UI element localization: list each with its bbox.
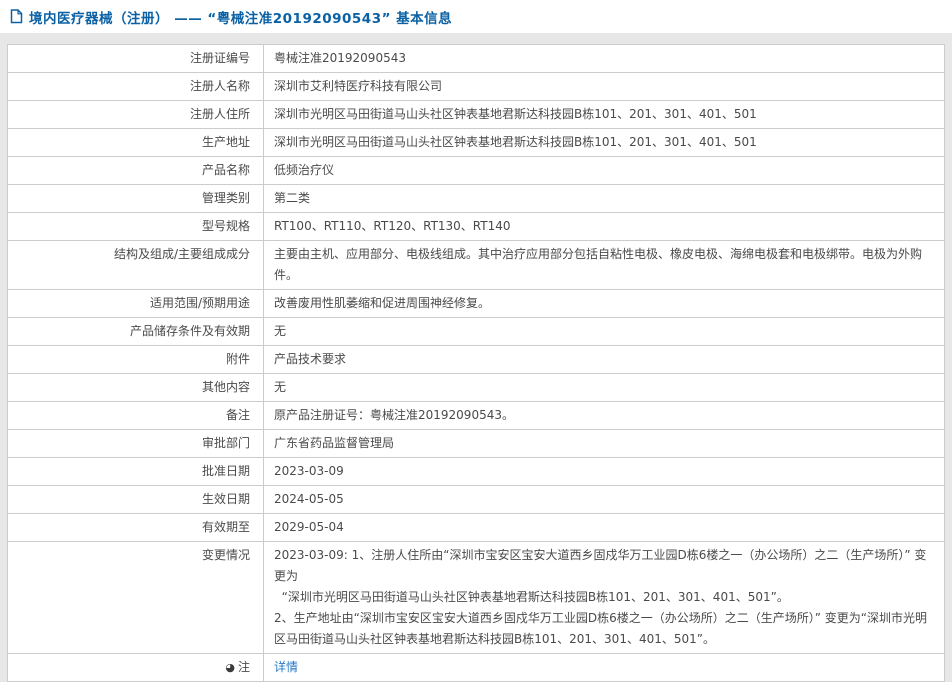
row-label-text: 变更情况 [201, 548, 250, 562]
table-row: 产品名称 低频治疗仪 [8, 157, 944, 185]
document-icon [10, 9, 23, 24]
row-label-text: 生产地址 [201, 135, 250, 149]
row-label: 备注 [8, 402, 264, 429]
row-label: 产品储存条件及有效期 [8, 318, 264, 345]
page: 境内医疗器械（注册） —— “粤械注准20192090543” 基本信息 注册证… [0, 0, 952, 682]
row-label: 生产地址 [8, 129, 264, 156]
row-label-text: 有效期至 [201, 520, 250, 534]
row-label-text: 生效日期 [201, 492, 250, 506]
info-table: 注册证编号 粤械注准20192090543 注册人名称 深圳市艾利特医疗科技有限公司注… [7, 44, 945, 682]
row-label: 变更情况 [8, 542, 264, 653]
table-row: 附件 产品技术要求 [8, 346, 944, 374]
row-label: 注册人住所 [8, 101, 264, 128]
row-label: 注册人名称 [8, 73, 264, 100]
table-row: 注册人住所 深圳市光明区马田街道马山头社区钟表基地君斯达科技园B栋101、201、… [8, 101, 944, 129]
row-label: ◕ 注 [8, 654, 264, 681]
table-row: 批准日期 2023-03-09 [8, 458, 944, 486]
row-value: 2029-05-04 [274, 520, 344, 534]
row-label: 适用范围/预期用途 [8, 290, 264, 317]
row-label: 其他内容 [8, 374, 264, 401]
table-row: 生效日期 2024-05-05 [8, 486, 944, 514]
header-bar: 境内医疗器械（注册） —— “粤械注准20192090543” 基本信息 [0, 0, 952, 33]
table-row: 管理类别 第二类 [8, 185, 944, 213]
row-label-text: 注册证编号 [189, 51, 250, 65]
table-row: 适用范围/预期用途 改善废用性肌萎缩和促进周围神经修复。 [8, 290, 944, 318]
row-label: 批准日期 [8, 458, 264, 485]
table-row: 结构及组成/主要组成成分 主要由主机、应用部分、电极线组成。其中治疗应用部分包括自… [8, 241, 944, 290]
row-value: 低频治疗仪 [274, 163, 335, 177]
row-label-text: 型号规格 [201, 219, 250, 233]
row-label-text: 产品名称 [201, 163, 250, 177]
table-row: 生产地址 深圳市光明区马田街道马山头社区钟表基地君斯达科技园B栋101、201、3… [8, 129, 944, 157]
row-value: 2023-03-09: 1、注册人住所由“深圳市宝安区宝安大道西乡固戍华万工业园… [274, 548, 927, 646]
row-label: 审批部门 [8, 430, 264, 457]
row-label-text: 产品储存条件及有效期 [129, 324, 250, 338]
row-label: 生效日期 [8, 486, 264, 513]
row-value: 深圳市光明区马田街道马山头社区钟表基地君斯达科技园B栋101、201、301、4… [274, 135, 757, 149]
row-value: 无 [274, 380, 287, 394]
row-value: RT100、RT110、RT120、RT130、RT140 [274, 219, 511, 233]
row-value: 深圳市光明区马田街道马山头社区钟表基地君斯达科技园B栋101、201、301、4… [274, 107, 757, 121]
table-row: 其他内容 无 [8, 374, 944, 402]
row-value: 粤械注准20192090543 [274, 51, 406, 65]
page-title: 境内医疗器械（注册） —— “粤械注准20192090543” 基本信息 [29, 10, 453, 27]
table-row: 有效期至 2029-05-04 [8, 514, 944, 542]
row-label: 管理类别 [8, 185, 264, 212]
row-value: 主要由主机、应用部分、电极线组成。其中治疗应用部分包括自粘性电极、橡皮电极、海绵… [274, 247, 923, 282]
row-label-text: 管理类别 [201, 191, 250, 205]
row-label: 注册证编号 [8, 45, 264, 72]
note-icon: ◕ [225, 661, 235, 674]
row-value: 2023-03-09 [274, 464, 344, 478]
row-label-text: 注册人住所 [189, 107, 250, 121]
row-label-text: 批准日期 [201, 464, 250, 478]
row-label-text: 附件 [225, 352, 250, 366]
row-label-text: 注 [237, 660, 250, 674]
table-row: 注册证编号 粤械注准20192090543 [8, 45, 944, 73]
row-value: 广东省药品监督管理局 [274, 436, 395, 450]
row-value: 第二类 [274, 191, 311, 205]
row-label-text: 审批部门 [201, 436, 250, 450]
row-label-text: 适用范围/预期用途 [149, 296, 250, 310]
table-row: ◕ 注详情 [8, 654, 944, 682]
row-value: 详情 [264, 654, 944, 681]
row-value: 产品技术要求 [274, 352, 347, 366]
table-row: 审批部门 广东省药品监督管理局 [8, 430, 944, 458]
row-label: 型号规格 [8, 213, 264, 240]
detail-link[interactable]: 详情 [274, 660, 298, 674]
row-label-text: 注册人名称 [189, 79, 250, 93]
row-label: 附件 [8, 346, 264, 373]
row-label: 结构及组成/主要组成成分 [8, 241, 264, 289]
row-value: 深圳市艾利特医疗科技有限公司 [274, 79, 443, 93]
row-label-text: 结构及组成/主要组成成分 [113, 247, 250, 261]
row-value: 改善废用性肌萎缩和促进周围神经修复。 [274, 296, 491, 310]
table-row: 变更情况 2023-03-09: 1、注册人住所由“深圳市宝安区宝安大道西乡固戍华… [8, 542, 944, 654]
table-row: 型号规格 RT100、RT110、RT120、RT130、RT140 [8, 213, 944, 241]
table-row: 产品储存条件及有效期 无 [8, 318, 944, 346]
row-value: 无 [274, 324, 287, 338]
row-value: 原产品注册证号：粤械注准20192090543。 [274, 408, 514, 422]
row-label-text: 备注 [225, 408, 250, 422]
table-row: 备注 原产品注册证号：粤械注准20192090543。 [8, 402, 944, 430]
row-label-text: 其他内容 [201, 380, 250, 394]
row-label: 产品名称 [8, 157, 264, 184]
table-row: 注册人名称 深圳市艾利特医疗科技有限公司 [8, 73, 944, 101]
row-value: 2024-05-05 [274, 492, 344, 506]
row-label: 有效期至 [8, 514, 264, 541]
